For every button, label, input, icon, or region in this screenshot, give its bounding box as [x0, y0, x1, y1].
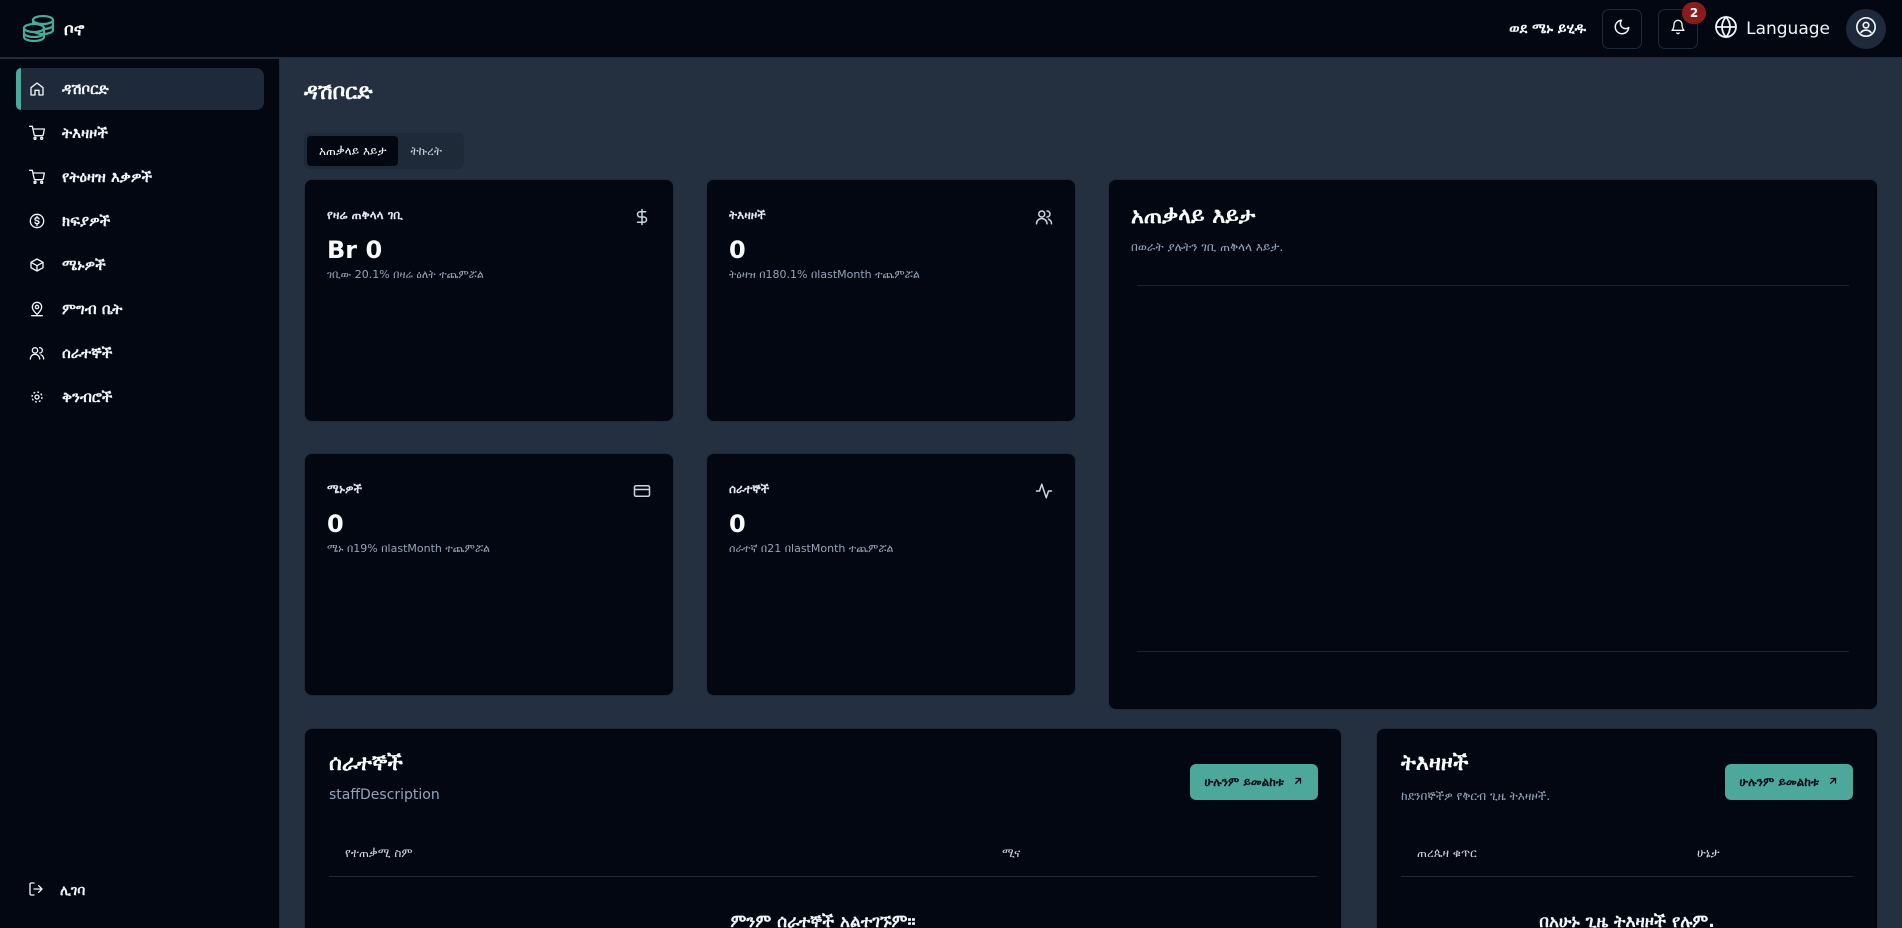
gear-icon	[28, 388, 46, 406]
stat-card-revenue: የዛሬ ጠቅላላ ገቢ Br 0 ገቢው 20.1% በዛሬ ዕለት ተጨምሯል	[304, 179, 674, 422]
orders-section: ትእዛዞች ከደንበኞችዎ የቅርብ ጊዜ ትእዛዞች. ሁሉንም ይመልከቱ …	[1376, 728, 1878, 928]
sidebar-item-orders[interactable]: ትእዛዞች	[16, 112, 264, 154]
column-header-status[interactable]: ሁኔታ	[1697, 846, 1720, 861]
stat-change: ሰራተኛ በ21 በlastMonth ተጨምሯል	[729, 542, 894, 555]
sidebar-item-order-items[interactable]: የትዕዛዝ እቃዎች	[16, 156, 264, 198]
view-all-label: ሁሉንም ይመልከቱ	[1204, 774, 1284, 789]
language-selector[interactable]: Language	[1714, 15, 1830, 44]
user-menu-button[interactable]	[1846, 9, 1886, 49]
home-icon	[28, 80, 46, 98]
tab-overview[interactable]: አጠቃላይ እይታ	[307, 136, 399, 166]
users-icon	[1035, 208, 1053, 226]
stat-title: ትእዛዞች	[729, 208, 766, 222]
credit-card-icon	[633, 482, 651, 500]
sidebar-item-label: ሜኑዎች	[62, 256, 106, 274]
stat-change: ትዕዛዝ በ180.1% በlastMonth ተጨምሯል	[729, 268, 920, 281]
table-divider	[329, 876, 1317, 877]
column-header-username[interactable]: የተጠቃሚ ስም	[345, 846, 413, 861]
brand[interactable]: ቦኖ	[22, 14, 84, 46]
section-subtitle: ከደንበኞችዎ የቅርብ ጊዜ ትእዛዞች.	[1401, 789, 1551, 803]
activity-icon	[1035, 482, 1053, 500]
sidebar-item-label: የትዕዛዝ እቃዎች	[62, 168, 153, 186]
map-pin-icon	[28, 300, 46, 318]
logout-icon	[28, 881, 44, 901]
goto-menu-link[interactable]: ወደ ሜኑ ይሂዱ	[1509, 21, 1586, 37]
stat-change: ሜኑ በ19% በlastMonth ተጨምሯል	[327, 542, 491, 555]
stat-title: ሰራተኞች	[729, 482, 770, 496]
logout-button[interactable]: ሊገባ	[28, 881, 85, 901]
user-circle-icon	[1855, 16, 1877, 42]
cart-icon	[28, 168, 46, 186]
arrow-up-right-icon	[1827, 775, 1839, 790]
logout-label: ሊገባ	[60, 883, 86, 899]
section-subtitle: staffDescription	[329, 787, 440, 803]
page-title: ዳሽቦርድ	[304, 80, 373, 105]
top-actions: ወደ ሜኑ ይሂዱ 2 Language	[1509, 2, 1886, 49]
language-label: Language	[1746, 19, 1830, 39]
globe-icon	[1714, 15, 1738, 44]
stat-card-menus: ሜኑዎች 0 ሜኑ በ19% በlastMonth ተጨምሯል	[304, 453, 674, 696]
top-bar: ቦኖ ወደ ሜኑ ይሂዱ 2 Language	[0, 0, 1902, 58]
sidebar-item-payments[interactable]: ክፍያዎች	[16, 200, 264, 242]
section-title: ትእዛዞች	[1401, 751, 1469, 776]
staff-section: ሰራተኞች staffDescription ሁሉንም ይመልከቱ የተጠቃሚ …	[304, 728, 1342, 928]
stat-value: Br 0	[327, 236, 383, 264]
overview-card: አጠቃላይ እይታ በወራት ያሉትን ገቢ ጠቅላላ እይታ.	[1108, 179, 1878, 710]
sidebar-item-label: ምግብ ቤት	[62, 300, 123, 318]
notification-badge: 2	[1682, 2, 1707, 24]
sidebar: ዳሽቦርድ ትእዛዞች የትዕዛዝ እቃዎች ክፍያዎች ሜኑዎች ምግብ ቤት…	[0, 59, 280, 928]
tab-focus[interactable]: ትኩረት	[398, 136, 454, 166]
sidebar-item-restaurant[interactable]: ምግብ ቤት	[16, 288, 264, 330]
theme-toggle-button[interactable]	[1602, 9, 1643, 49]
users-icon	[28, 344, 46, 362]
arrow-up-right-icon	[1292, 775, 1304, 790]
overview-title: አጠቃላይ እይታ	[1131, 204, 1256, 229]
stat-card-orders: ትእዛዞች 0 ትዕዛዝ በ180.1% በlastMonth ተጨምሯል	[706, 179, 1076, 422]
sidebar-item-menus[interactable]: ሜኑዎች	[16, 244, 264, 286]
bell-icon	[1670, 19, 1686, 39]
chart-baseline	[1137, 651, 1849, 652]
sidebar-item-label: ትእዛዞች	[62, 124, 108, 142]
stat-value: 0	[327, 510, 344, 538]
sidebar-item-label: ሰራተኞች	[62, 344, 113, 362]
notifications-button[interactable]: 2	[1658, 2, 1707, 49]
empty-state-message: ምንም ሰራተኞች አልተገኙም።	[730, 912, 916, 928]
box-icon	[28, 256, 46, 274]
overview-subtitle: በወራት ያሉትን ገቢ ጠቅላላ እይታ.	[1131, 240, 1284, 254]
stat-card-staff: ሰራተኞች 0 ሰራተኛ በ21 በlastMonth ተጨምሯል	[706, 453, 1076, 696]
view-all-orders-button[interactable]: ሁሉንም ይመልከቱ	[1725, 764, 1853, 800]
sidebar-item-label: ክፍያዎች	[62, 212, 111, 230]
stat-change: ገቢው 20.1% በዛሬ ዕለት ተጨምሯል	[327, 268, 484, 281]
section-title: ሰራተኞች	[329, 751, 403, 776]
sidebar-item-label: ቅንብሮች	[62, 388, 113, 406]
view-all-staff-button[interactable]: ሁሉንም ይመልከቱ	[1190, 764, 1318, 800]
sidebar-item-staff[interactable]: ሰራተኞች	[16, 332, 264, 374]
view-all-label: ሁሉንም ይመልከቱ	[1739, 774, 1819, 789]
brand-name: ቦኖ	[64, 20, 85, 40]
stat-title: ሜኑዎች	[327, 482, 362, 496]
stat-value: 0	[729, 510, 746, 538]
view-tabs: አጠቃላይ እይታ ትኩረት	[304, 133, 464, 169]
empty-state-message: በአሁኑ ጊዜ ትእዛዞች የሉም.	[1539, 912, 1715, 928]
sidebar-item-label: ዳሽቦርድ	[62, 80, 109, 98]
column-header-table-number[interactable]: ጠረጴዛ ቁጥር	[1417, 846, 1477, 861]
stat-title: የዛሬ ጠቅላላ ገቢ	[327, 208, 403, 222]
coins-stack-icon	[22, 14, 56, 46]
sidebar-item-settings[interactable]: ቅንብሮች	[16, 376, 264, 418]
cart-icon	[28, 124, 46, 142]
chart-gridline	[1137, 285, 1849, 286]
moon-icon	[1613, 18, 1631, 40]
dollar-icon	[633, 208, 651, 226]
stat-value: 0	[729, 236, 746, 264]
dollar-circle-icon	[28, 212, 46, 230]
sidebar-item-dashboard[interactable]: ዳሽቦርድ	[16, 68, 264, 110]
column-header-role[interactable]: ሚና	[1002, 846, 1020, 861]
table-divider	[1401, 876, 1853, 877]
